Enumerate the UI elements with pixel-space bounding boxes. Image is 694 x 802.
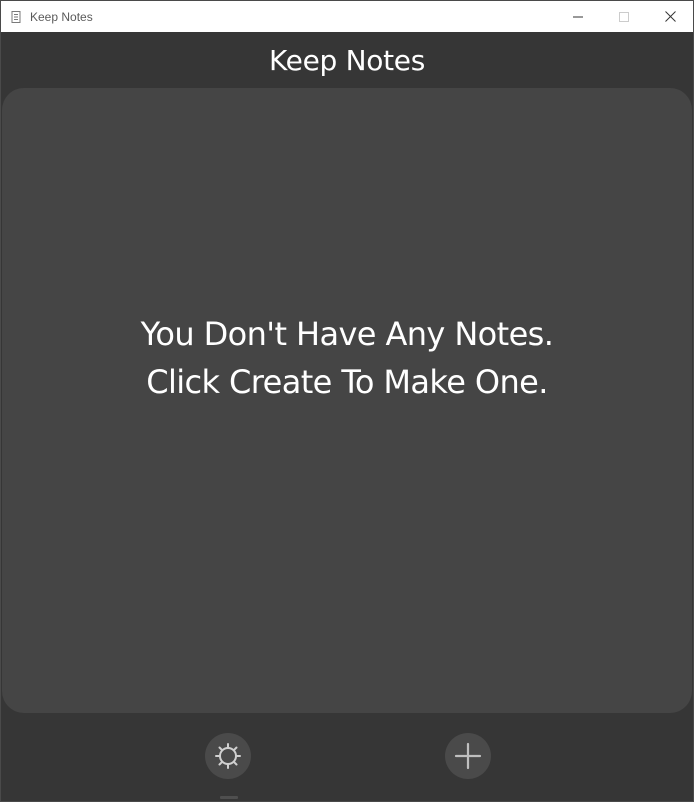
maximize-button[interactable] [601, 1, 647, 32]
maximize-icon [619, 11, 629, 22]
window-title: Keep Notes [30, 9, 93, 24]
empty-state-line-2: Click Create To Make One. [146, 363, 548, 401]
app-window: Keep Notes Keep Notes You Don't Have Any… [0, 0, 694, 802]
close-button[interactable] [647, 1, 693, 32]
empty-state-message: You Don't Have Any Notes. Click Create T… [2, 310, 692, 406]
settings-label-fragment [220, 796, 238, 799]
title-bar[interactable]: Keep Notes [1, 1, 693, 32]
notepad-icon [11, 10, 21, 23]
plus-icon [454, 742, 482, 770]
close-icon [664, 11, 676, 22]
settings-button[interactable] [205, 733, 251, 779]
empty-state-line-1: You Don't Have Any Notes. [140, 315, 554, 353]
app-header: Keep Notes [1, 32, 693, 90]
notes-panel: You Don't Have Any Notes. Click Create T… [2, 88, 692, 713]
add-note-button[interactable] [445, 733, 491, 779]
page-title: Keep Notes [269, 44, 425, 77]
minimize-icon [573, 16, 583, 17]
minimize-button[interactable] [555, 1, 601, 32]
gear-icon [215, 743, 241, 769]
